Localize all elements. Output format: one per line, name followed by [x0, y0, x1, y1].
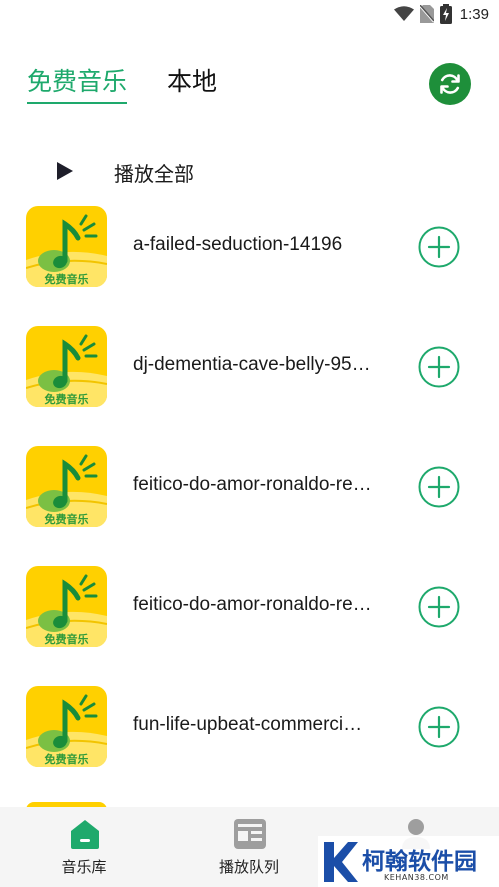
song-item[interactable]: 免费音乐 feitico-do-amor-ronaldo-re…	[0, 446, 499, 530]
song-cover: 免费音乐	[26, 446, 107, 527]
add-circle-icon[interactable]	[418, 706, 460, 748]
nav-label: 播放队列	[218, 858, 279, 876]
queue-icon	[234, 819, 266, 849]
watermark: 柯翰软件园 KEHAN38.COM	[318, 836, 499, 887]
cover-caption: 免费音乐	[44, 393, 89, 406]
song-item[interactable]: 免费音乐 fun-life-upbeat-commerci…	[0, 686, 499, 770]
nav-item-music-library[interactable]: 音乐库	[24, 807, 144, 887]
cover-caption: 免费音乐	[44, 633, 89, 646]
play-icon	[57, 162, 73, 180]
cover-caption: 免费音乐	[44, 513, 89, 526]
song-title: dj-dementia-cave-belly-95…	[133, 354, 371, 375]
song-cover: 免费音乐	[26, 326, 107, 407]
no-sim-icon	[419, 5, 434, 23]
nav-label: 音乐库	[61, 858, 107, 876]
song-title: feitico-do-amor-ronaldo-re…	[133, 474, 372, 495]
tab-local[interactable]: 本地	[167, 66, 217, 98]
watermark-logo-icon	[324, 842, 358, 882]
song-cover: 免费音乐	[26, 206, 107, 287]
song-item[interactable]: 免费音乐 dj-dementia-cave-belly-95…	[0, 326, 499, 410]
play-all-label: 播放全部	[114, 162, 194, 186]
song-title: feitico-do-amor-ronaldo-re…	[133, 594, 372, 615]
add-circle-icon[interactable]	[418, 346, 460, 388]
top-tabs: 免费音乐 本地	[27, 66, 217, 106]
status-bar: 1:39	[0, 0, 499, 30]
song-cover: 免费音乐	[26, 686, 107, 767]
wifi-icon	[393, 6, 414, 21]
add-circle-icon[interactable]	[418, 586, 460, 628]
cover-caption: 免费音乐	[44, 273, 89, 286]
add-circle-icon[interactable]	[418, 226, 460, 268]
status-icons: 1:39	[393, 3, 489, 25]
tab-free-music[interactable]: 免费音乐	[27, 66, 128, 104]
song-title: a-failed-seduction-14196	[133, 234, 343, 255]
status-time: 1:39	[459, 5, 489, 23]
battery-charging-icon	[439, 4, 452, 24]
song-item[interactable]: 免费音乐 a-failed-seduction-14196	[0, 206, 499, 290]
song-title: fun-life-upbeat-commerci…	[133, 714, 363, 735]
play-all-button[interactable]: 播放全部	[56, 154, 194, 188]
add-circle-icon[interactable]	[418, 466, 460, 508]
cover-caption: 免费音乐	[44, 753, 89, 766]
home-icon	[71, 820, 99, 849]
refresh-button[interactable]	[429, 63, 471, 105]
nav-item-play-queue[interactable]: 播放队列	[189, 807, 309, 887]
watermark-subtitle: KEHAN38.COM	[384, 873, 449, 882]
watermark-title: 柯翰软件园	[362, 849, 477, 875]
refresh-icon	[440, 74, 460, 94]
song-cover: 免费音乐	[26, 566, 107, 647]
song-item[interactable]: 免费音乐 feitico-do-amor-ronaldo-re…	[0, 566, 499, 650]
